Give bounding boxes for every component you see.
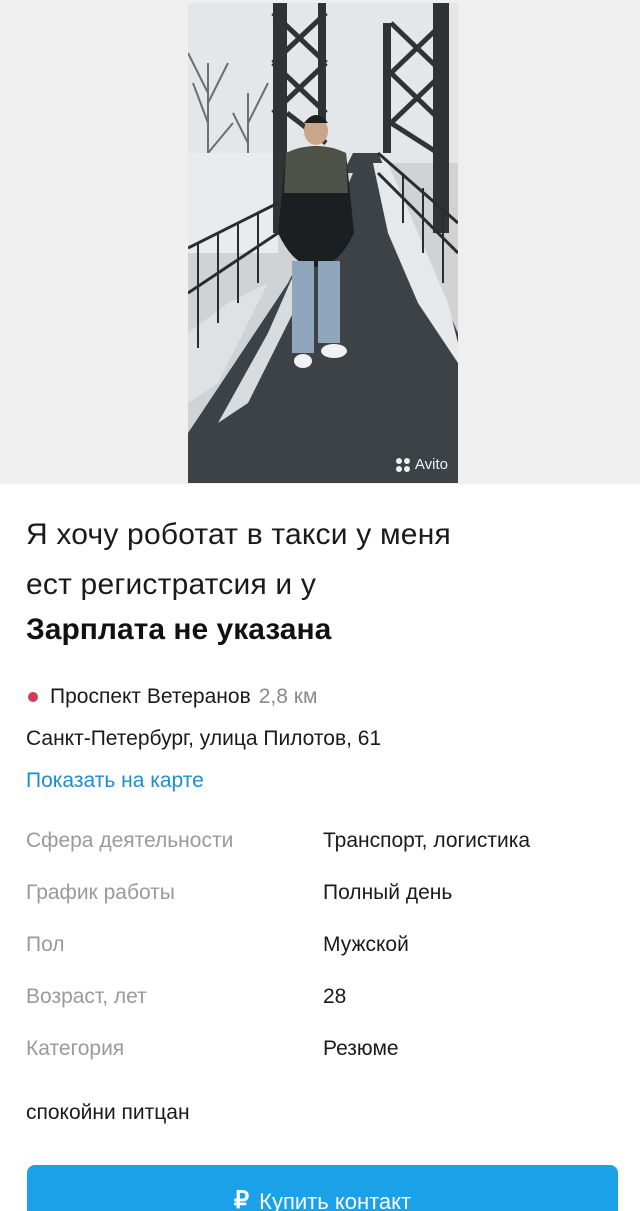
- show-on-map-link[interactable]: Показать на карте: [26, 768, 204, 794]
- avito-watermark: Avito: [395, 456, 448, 473]
- metro-station: Проспект Ветеранов 2,8 км: [26, 684, 616, 710]
- ruble-icon: ₽: [233, 1187, 250, 1211]
- param-value: Полный день: [323, 881, 453, 904]
- param-value: Резюме: [323, 1037, 399, 1060]
- param-row: Категория Резюме: [26, 1036, 616, 1088]
- buy-contact-label: Купить контакт: [259, 1189, 412, 1211]
- param-row: Возраст, лет 28: [26, 984, 616, 1036]
- param-row: Пол Мужской: [26, 932, 616, 984]
- ad-title: Я хочу роботат в такси у меня ест регист…: [26, 510, 616, 610]
- avito-logo-icon: [395, 457, 410, 472]
- photo-gallery[interactable]: Avito: [0, 0, 640, 484]
- param-key: Пол: [26, 933, 65, 956]
- param-value: 28: [323, 985, 347, 1008]
- watermark-text: Avito: [414, 456, 448, 473]
- param-row: Сфера деятельности Транспорт, логистика: [26, 828, 616, 880]
- param-key: График работы: [26, 881, 175, 904]
- params-list: Сфера деятельности Транспорт, логистика …: [26, 828, 616, 1088]
- param-row: График работы Полный день: [26, 880, 616, 932]
- salary-text: Зарплата не указана: [26, 613, 332, 646]
- param-key: Сфера деятельности: [26, 829, 234, 852]
- ad-description: спокойни питцан: [26, 1101, 190, 1124]
- bridge-photo-image: [188, 3, 458, 483]
- param-value: Мужской: [323, 933, 409, 956]
- ad-details: Я хочу роботат в такси у меня ест регист…: [26, 510, 616, 1126]
- param-key: Возраст, лет: [26, 985, 147, 1008]
- address-text: Санкт-Петербург, улица Пилотов, 61: [26, 727, 382, 750]
- metro-dot-icon: [28, 692, 38, 702]
- param-value: Транспорт, логистика: [323, 829, 531, 852]
- ad-title-line-1: Я хочу роботат в такси у меня: [26, 518, 451, 551]
- param-key: Категория: [26, 1037, 125, 1060]
- buy-contact-button[interactable]: ₽ Купить контакт: [27, 1165, 618, 1211]
- metro-name: Проспект Ветеранов: [50, 685, 251, 708]
- metro-distance: 2,8 км: [258, 685, 318, 708]
- ad-photo[interactable]: Avito: [188, 3, 458, 483]
- ad-title-line-2: ест регистратсия и у: [26, 568, 317, 601]
